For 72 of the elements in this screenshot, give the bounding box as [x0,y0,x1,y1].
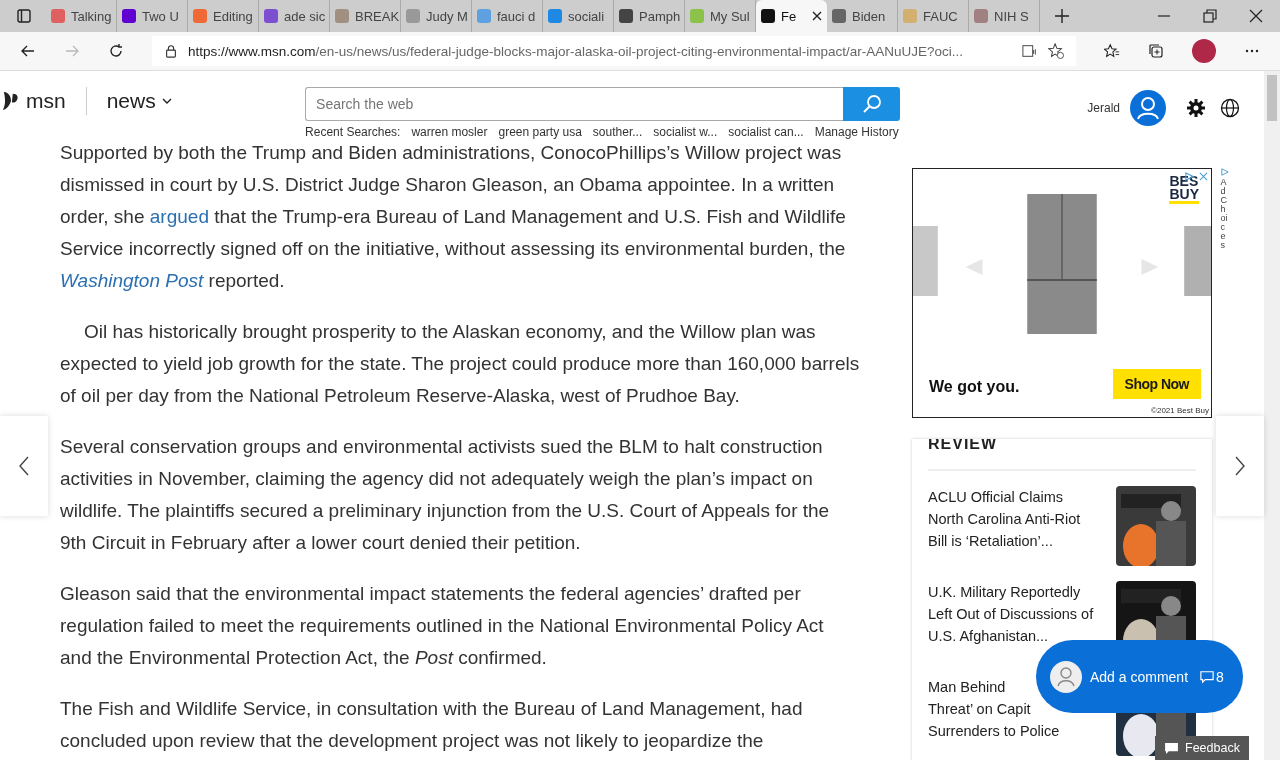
search-button[interactable] [843,87,900,121]
reader-view-icon[interactable] [1022,43,1038,59]
comment-count: 8 [1216,668,1224,685]
restore-icon[interactable] [1202,8,1218,24]
ad-copyright: ©2021 Best Buy [1151,406,1209,415]
shop-now-button[interactable]: Shop Now [1112,369,1201,399]
favicon-icon [264,9,278,23]
browser-tab[interactable]: Fe [756,0,827,32]
article-paragraph: The Fish and Wildlife Service, in consultation with the Bureau of Land Management, had concluded upon review that the development project was not likely to jeopardize the [60,697,804,753]
recent-search-link[interactable]: warren mosler [411,125,488,139]
add-favorite-icon[interactable] [1048,43,1064,59]
new-tab-icon[interactable] [1054,8,1070,24]
favicon-icon [761,9,775,23]
favicon-icon [122,9,136,23]
user-avatar-icon[interactable] [1130,90,1166,126]
article-link[interactable]: argued [149,206,209,227]
search-field[interactable]: Search the web [305,87,843,121]
forward-icon [64,43,80,59]
scrollbar-thumb[interactable] [1267,75,1277,121]
article-paragraph: Gleason said that the environmental impact statements the federal agencies’ drafted per regulation failed to meet the requirements outlined in the National Environmental Policy Act and the Environmental Protection Act, the Post confirmed. [60,582,825,670]
article-paragraph: Supported by both the Trump and Biden administrations, ConocoPhillips’s Willow project was dismissed in court by U.S. District Judge Sharon Gleason, an Obama appointee. In a written order, she argued that the Trump-era Bureau of Land Management and U.S. Fish and Wildlife Service incorrectly signed off on the initiative, without assessing its environmental burden, the Washington Post reported. [60,141,847,293]
favicon-icon [832,9,846,23]
adchoices-label[interactable]: AdChoices [1220,178,1230,250]
tab-actions-icon[interactable] [16,8,32,24]
back-icon[interactable] [20,43,36,59]
refresh-icon[interactable] [108,43,124,59]
user-name[interactable]: Jerald [1087,101,1120,115]
favicon-icon [974,9,988,23]
favicon-icon [903,9,917,23]
recent-search-link[interactable]: green party usa [498,125,582,139]
favicon-icon [690,9,704,23]
close-tab-icon[interactable] [812,11,822,21]
lock-icon [164,44,178,58]
article-paragraph: Oil has historically brought prosperity to the Alaskan economy, and the Willow plan was expected to yield job growth for the state. The project could produce more than 160,000 barrels of oil per day from the National Petroleum Reserve-Alaska, west of Prudhoe Bay. [60,320,860,408]
msn-logo[interactable]: msn [26,89,66,113]
recent-search-link[interactable]: socialist w... [653,125,718,139]
favicon-icon [51,9,65,23]
search-icon [861,94,882,114]
profile-avatar[interactable] [1192,39,1216,63]
feedback-icon [1165,742,1178,754]
favicon-icon [477,9,491,23]
butterfly-logo-icon[interactable] [2,89,20,113]
article-paragraph: Several conservation groups and environmental activists sued the BLM to halt construction activities in November, claiming the agency did not adequately weigh the plan’s impact on wildlife. The plaintiffs secured a preliminary injunction from the U.S. Court of Appeals for the 9th Circuit in February after a lower court denied their petition. [60,435,831,555]
recent-search-link[interactable]: souther... [592,125,643,139]
recent-searches-label: Recent Searches: [305,125,401,139]
ad-tagline: We got you. [929,378,1020,396]
favicon-icon [193,9,207,23]
favorites-icon[interactable] [1104,43,1120,59]
favicon-icon [619,9,633,23]
recent-search-link[interactable]: socialist can... [728,125,804,139]
recent-search-link[interactable]: Manage History [814,125,899,139]
article-link[interactable]: Washington Post [60,270,204,291]
favicon-icon [406,9,420,23]
close-icon[interactable] [1248,8,1264,24]
globe-icon[interactable] [1220,98,1240,118]
chevron-left-icon [19,456,29,476]
settings-icon[interactable] [1186,98,1206,118]
comment-icon [1200,669,1215,684]
favicon-icon [335,9,349,23]
best-buy-logo: BES BUY [1169,175,1199,204]
address-field[interactable]: https://www.msn.com/en-us/news/us/federal-judge-blocks-major-alaska-oil-project-citing-environmental-impact/ar-AANuUJE?oci... [152,36,1076,66]
headline-link[interactable]: ACLU Official Claims North Carolina Anti-Riot Bill is ‘Retaliation’... [928,486,1081,566]
favicon-icon [548,9,562,23]
ad-close-icon[interactable] [1199,172,1208,181]
chevron-right-icon [1235,456,1245,476]
feedback-button[interactable]: Feedback [1155,736,1249,760]
user-avatar-icon [1050,660,1082,693]
collections-icon[interactable] [1148,43,1164,59]
section-menu[interactable]: news [106,89,172,113]
chevron-down-icon [161,98,172,104]
add-comment-toast[interactable]: Add a comment 8 [1036,640,1243,713]
advertisement[interactable]: BES BUY We got you. Shop Now ©2021 Best Buy [912,168,1212,418]
